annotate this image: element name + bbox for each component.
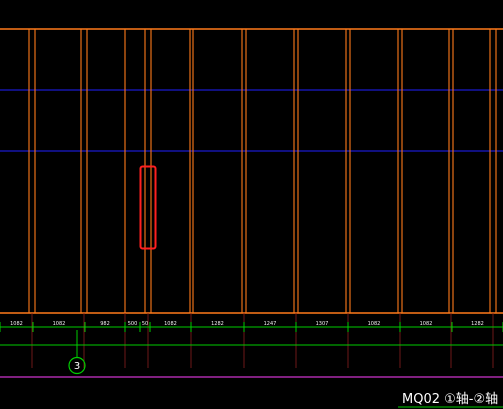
axis-marker-label: 3 — [74, 361, 80, 372]
dimension-text: 1082 — [420, 321, 433, 327]
dimension-text: 1082 — [53, 321, 66, 327]
cad-drawing-canvas[interactable]: 1082 1082 982 500 50 1082 1282 1247 1307 1082 1082… — [0, 0, 503, 409]
dimension-text: 982 — [100, 321, 110, 327]
dimension-text: 1082 — [164, 321, 177, 327]
drawing-title-text: MQ02 ①轴-②轴 — [402, 392, 498, 407]
drawing-title[interactable]: MQ02 ①轴-②轴 — [398, 392, 503, 408]
canvas-background — [0, 0, 503, 409]
dimension-text: 1307 — [316, 321, 329, 327]
dimension-text: 1247 — [264, 321, 277, 327]
dimension-text: 1282 — [471, 321, 484, 327]
dimension-text: 1082 — [368, 321, 381, 327]
dimension-text: 500 — [128, 321, 138, 327]
dimension-text: 1282 — [211, 321, 224, 327]
dimension-text: 1082 — [10, 321, 23, 327]
dimension-text: 50 — [142, 321, 148, 327]
